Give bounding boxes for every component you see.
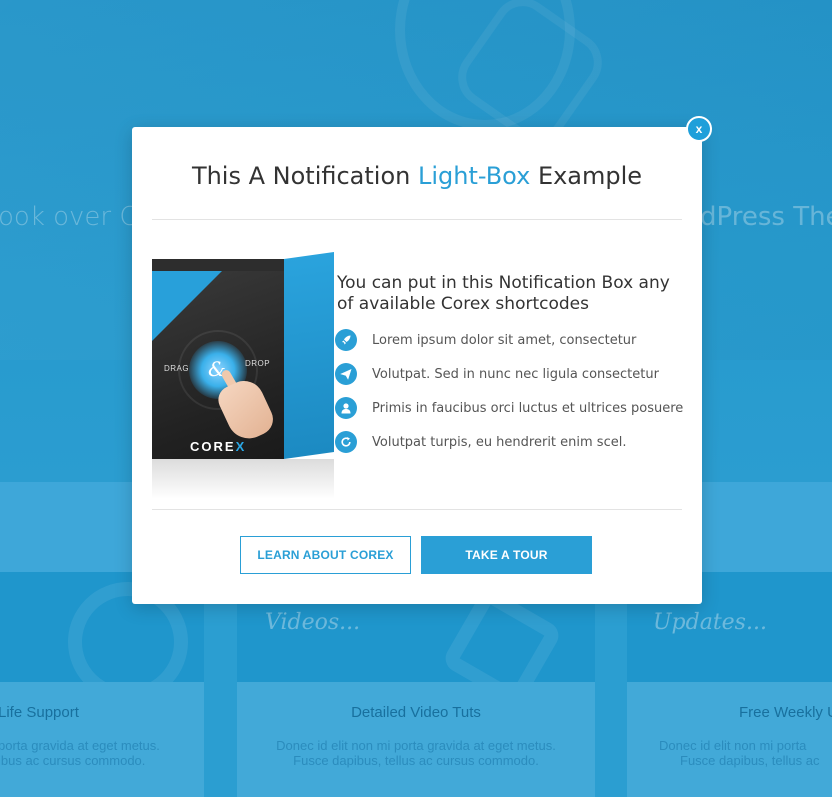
modal-title: This A Notification Light-Box Example	[132, 162, 702, 190]
feature-text: Primis in faucibus orci luctus et ultric…	[372, 400, 684, 416]
refresh-icon	[335, 431, 357, 453]
brand-logo: COREX	[190, 439, 246, 454]
feature-text: Lorem ipsum dolor sit amet, consectetur	[372, 332, 637, 348]
box-reflection	[152, 459, 334, 499]
title-accent: Light-Box	[418, 162, 531, 190]
title-prefix: This A Notification	[191, 162, 418, 190]
brand-accent: X	[235, 439, 247, 454]
drop-label: DROP	[245, 359, 271, 368]
learn-about-corex-button[interactable]: LEARN ABOUT COREX	[240, 536, 411, 574]
title-suffix: Example	[530, 162, 643, 190]
feature-item: Primis in faucibus orci luctus et ultric…	[335, 396, 684, 420]
take-a-tour-button[interactable]: TAKE A TOUR	[421, 536, 592, 574]
feature-text: Volutpat. Sed in nunc nec ligula consect…	[372, 366, 659, 382]
divider	[152, 219, 682, 220]
box-top	[152, 259, 284, 271]
feature-item: Volutpat. Sed in nunc nec ligula consect…	[335, 362, 680, 386]
paper-plane-icon	[335, 363, 357, 385]
rocket-icon	[335, 329, 357, 351]
product-box-image: & DRAG DROP COREX	[152, 251, 337, 499]
feature-item: Lorem ipsum dolor sit amet, consectetur	[335, 328, 680, 352]
feature-item: Volutpat turpis, eu hendrerit enim scel.	[335, 430, 680, 454]
close-button[interactable]: x	[686, 116, 712, 142]
brand-main: CORE	[190, 439, 236, 454]
divider	[152, 509, 682, 510]
box-front: & DRAG DROP COREX	[152, 271, 284, 459]
box-side	[284, 251, 334, 459]
drag-label: DRAG	[164, 364, 190, 373]
feature-text: Volutpat turpis, eu hendrerit enim scel.	[372, 434, 627, 450]
user-icon	[335, 397, 357, 419]
info-heading: You can put in this Notification Box any…	[337, 273, 670, 314]
notification-lightbox: This A Notification Light-Box Example & …	[132, 127, 702, 604]
